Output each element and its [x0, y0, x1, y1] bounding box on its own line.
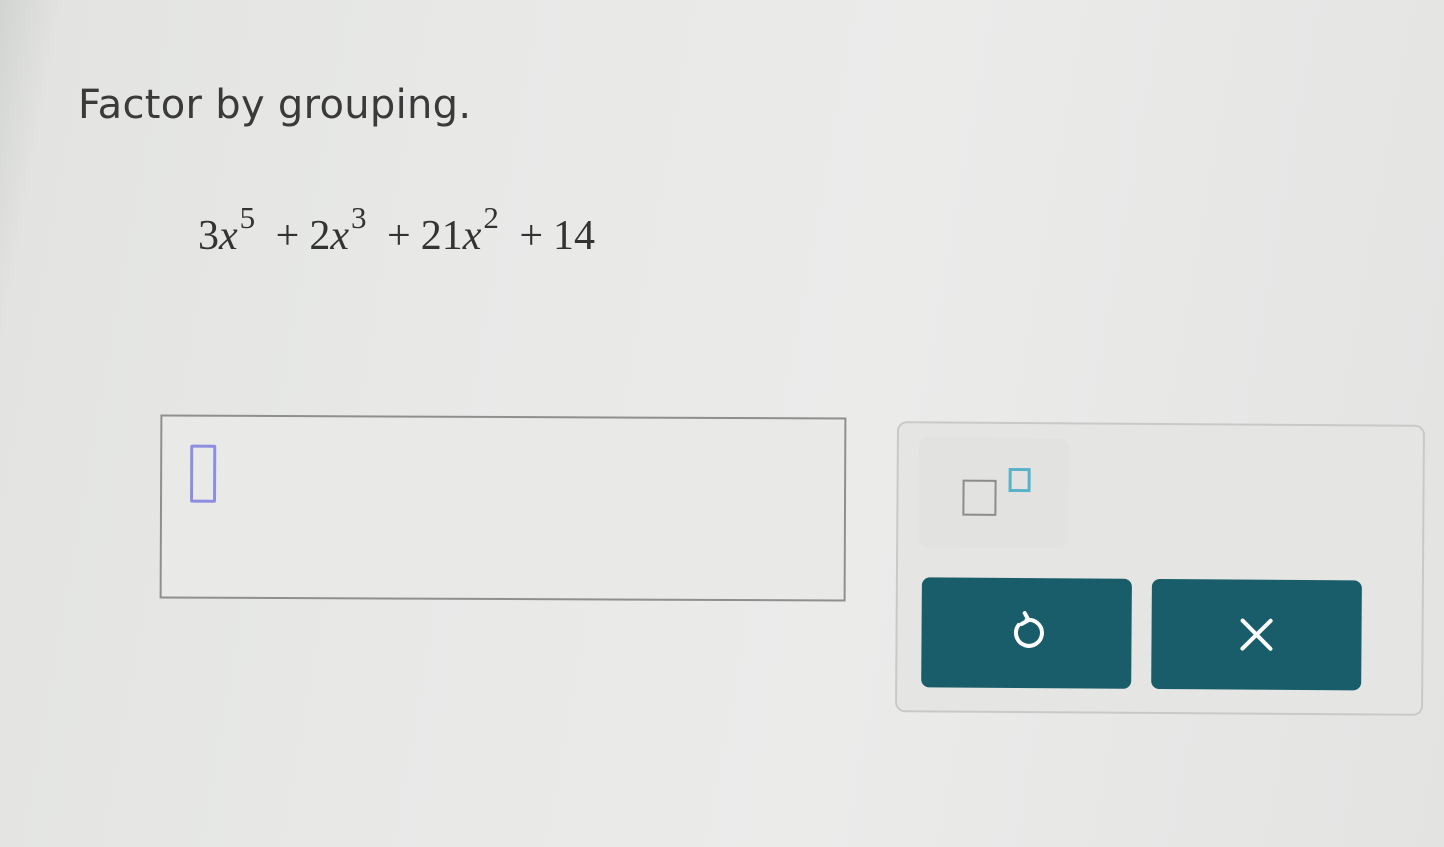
term-1-coefficient: 3: [198, 213, 219, 259]
exponent-base-square-icon: [962, 479, 997, 516]
polynomial-expression: 3x5 +2x3 +21x2 +14: [198, 200, 596, 260]
term-1-exponent: 5: [239, 200, 256, 235]
answer-input-box[interactable]: [159, 414, 847, 602]
undo-icon: [1004, 611, 1048, 655]
math-tool-panel: [894, 421, 1426, 716]
term-1-variable: x: [219, 213, 238, 259]
clear-button[interactable]: [1151, 578, 1362, 691]
answer-input-cursor-slot[interactable]: [190, 444, 217, 503]
term-3-variable: x: [462, 213, 482, 259]
term-2-variable: x: [330, 213, 349, 259]
operator-plus: +: [519, 213, 544, 259]
exponent-superscript-square-icon: [1008, 467, 1031, 493]
question-prompt: Factor by grouping.: [78, 82, 472, 128]
term-3-exponent: 2: [483, 200, 499, 235]
constant-term: 14: [553, 213, 596, 259]
term-2-coefficient: 2: [309, 213, 331, 259]
undo-button[interactable]: [921, 577, 1132, 689]
exponent-button[interactable]: [918, 437, 1069, 549]
operator-plus: +: [275, 213, 300, 259]
close-icon: [1236, 615, 1276, 655]
term-2-exponent: 3: [351, 200, 367, 235]
operator-plus: +: [387, 213, 411, 259]
term-3-coefficient: 21: [420, 213, 463, 259]
